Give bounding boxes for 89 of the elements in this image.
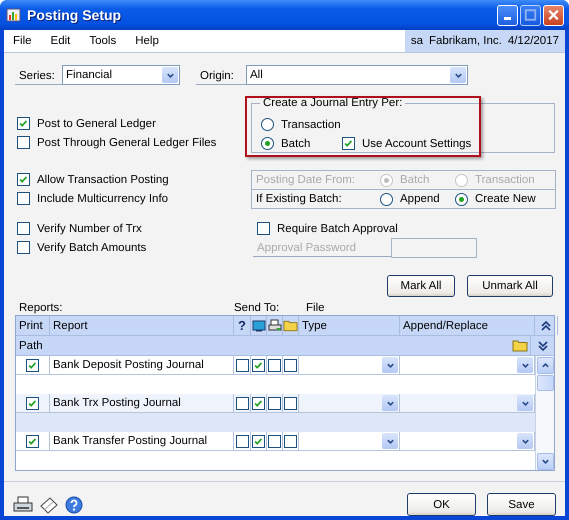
- checkbox[interactable]: [257, 222, 270, 235]
- checkbox[interactable]: [284, 396, 297, 410]
- radio-label: Batch: [400, 174, 430, 186]
- scroll-up-button[interactable]: [536, 357, 554, 374]
- expand-icon[interactable]: [536, 338, 550, 352]
- origin-dropdown[interactable]: All: [246, 65, 468, 85]
- checkbox[interactable]: [268, 396, 281, 410]
- table-cell: Bank Deposit Posting Journal: [50, 356, 234, 374]
- checkbox-label: Include Multicurrency Info: [37, 192, 168, 204]
- column-header: Append/Replace: [400, 316, 535, 335]
- column-header: Path: [18, 340, 44, 352]
- radio-label: Transaction: [475, 174, 535, 186]
- checkbox-label: Use Account Settings: [362, 138, 472, 150]
- scroll-thumb[interactable]: [536, 375, 554, 391]
- user-info-text: 4/12/2017: [508, 35, 559, 47]
- checkbox-label: Require Batch Approval: [277, 222, 398, 234]
- checkbox[interactable]: [17, 173, 30, 186]
- app-icon: [6, 7, 22, 23]
- checkbox-label: Post to General Ledger: [37, 118, 156, 130]
- user-info-text: sa: [410, 35, 423, 47]
- folder-icon: [283, 319, 298, 332]
- save-button[interactable]: Save: [487, 493, 556, 516]
- note-icon[interactable]: [39, 496, 59, 514]
- radio-label: Batch: [281, 138, 310, 150]
- help-icon[interactable]: [65, 496, 83, 514]
- checkbox[interactable]: [236, 358, 248, 372]
- checkbox-label: Verify Batch Amounts: [37, 242, 146, 254]
- radio-button[interactable]: [261, 118, 274, 131]
- checkbox[interactable]: [268, 358, 281, 372]
- menu-item[interactable]: Edit: [50, 35, 70, 47]
- checkbox[interactable]: [268, 434, 281, 448]
- minimize-button[interactable]: [497, 4, 518, 26]
- close-button[interactable]: [543, 4, 564, 26]
- menu-item[interactable]: Tools: [89, 35, 116, 47]
- checkbox[interactable]: [26, 396, 39, 410]
- table-cell: Bank Transfer Posting Journal: [50, 432, 234, 450]
- checkbox[interactable]: [17, 136, 30, 149]
- option-label: Posting Date From:: [255, 174, 356, 186]
- column-header: Print: [16, 316, 50, 335]
- folder-icon: [512, 339, 528, 352]
- checkbox-label: Post Through General Ledger Files: [37, 136, 216, 148]
- scroll-down-button[interactable]: [536, 453, 554, 470]
- section-label: Reports:: [19, 301, 64, 315]
- checkbox[interactable]: [236, 396, 248, 410]
- section-label: File: [306, 301, 325, 315]
- ok-button[interactable]: OK: [407, 493, 476, 516]
- radio-button[interactable]: [455, 192, 468, 206]
- checkbox[interactable]: [26, 358, 39, 372]
- checkbox[interactable]: [17, 222, 30, 235]
- collapse-icon[interactable]: [539, 318, 553, 332]
- maximize-button[interactable]: [520, 4, 541, 26]
- checkbox[interactable]: [236, 434, 248, 448]
- checkbox[interactable]: [252, 434, 265, 448]
- checkbox[interactable]: [252, 358, 265, 372]
- screen-icon: [252, 320, 266, 332]
- printer-icon[interactable]: [13, 496, 33, 514]
- group-title: Create a Journal Entry Per:: [260, 97, 406, 109]
- column-header: Report: [50, 316, 234, 335]
- menu-item[interactable]: Help: [135, 35, 159, 47]
- checkbox[interactable]: [284, 358, 297, 372]
- section-label: Send To:: [234, 301, 280, 315]
- checkbox-label: Verify Number of Trx: [37, 222, 142, 234]
- password-field[interactable]: [391, 238, 477, 258]
- checkbox[interactable]: [252, 396, 265, 410]
- radio-label: Transaction: [281, 118, 341, 130]
- checkbox[interactable]: [17, 117, 30, 130]
- vertical-scrollbar[interactable]: [535, 356, 554, 470]
- checkbox[interactable]: [284, 434, 297, 448]
- radio-button[interactable]: [261, 137, 274, 150]
- user-info-text: Fabrikam, Inc.: [428, 35, 502, 47]
- radio-label: Append: [400, 193, 440, 205]
- window-title: Posting Setup: [27, 7, 122, 23]
- unmark-all-button[interactable]: Unmark All: [467, 275, 553, 297]
- minimize-icon: [504, 17, 511, 20]
- checkbox[interactable]: [17, 241, 30, 254]
- column-header: Type: [299, 316, 400, 335]
- table-cell: Bank Trx Posting Journal: [50, 394, 234, 412]
- menu-item[interactable]: File: [13, 35, 32, 47]
- series-dropdown[interactable]: Financial: [62, 65, 180, 85]
- radio-button[interactable]: [380, 192, 393, 206]
- checkbox[interactable]: [26, 434, 39, 448]
- mark-all-button[interactable]: Mark All: [387, 275, 455, 297]
- radio-label: Create New: [475, 193, 536, 205]
- checkbox[interactable]: [17, 192, 30, 205]
- column-header: ?: [234, 316, 251, 335]
- option-label: If Existing Batch:: [255, 193, 343, 205]
- printer-icon: [268, 318, 282, 332]
- checkbox-label: Allow Transaction Posting: [37, 174, 169, 186]
- checkbox[interactable]: [342, 137, 355, 150]
